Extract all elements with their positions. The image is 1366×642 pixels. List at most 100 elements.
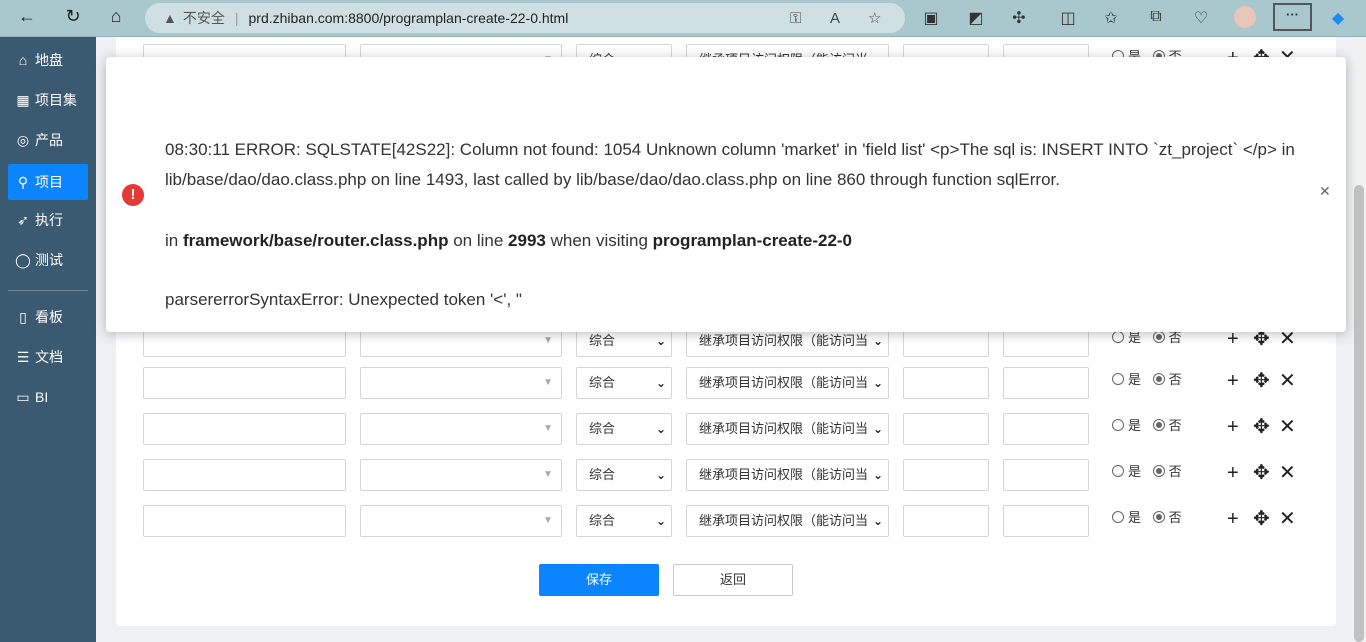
- divider: |: [234, 10, 239, 26]
- delete-icon[interactable]: ✕: [1279, 369, 1296, 393]
- radio-yes[interactable]: [1112, 464, 1124, 477]
- radio-yes[interactable]: [1112, 510, 1124, 523]
- move-icon[interactable]: ✥: [1253, 507, 1270, 531]
- radio-no[interactable]: [1152, 372, 1165, 385]
- caret-down-icon: ▼: [543, 515, 553, 526]
- begin-date-input[interactable]: [903, 459, 989, 491]
- back-icon[interactable]: ←: [14, 6, 40, 27]
- begin-date-input[interactable]: [903, 413, 989, 445]
- add-icon[interactable]: +: [1227, 415, 1239, 439]
- milestone-radio: 是 否: [1112, 415, 1182, 434]
- label: 产品: [35, 132, 63, 148]
- type-select[interactable]: 综合 ⌄: [576, 505, 672, 537]
- extensions-icon[interactable]: ✣: [1008, 8, 1030, 28]
- sidebar-item-test[interactable]: ◯ 测试: [8, 242, 88, 278]
- type-select[interactable]: 综合 ⌄: [576, 367, 672, 399]
- attribute-select[interactable]: ▼: [360, 505, 562, 537]
- acl-select[interactable]: 继承项目访问权限（能访问当⌄: [686, 367, 889, 399]
- attribute-select[interactable]: ▼: [360, 459, 562, 491]
- favorites-icon[interactable]: ✩: [1100, 8, 1122, 28]
- delete-icon[interactable]: ✕: [1279, 507, 1296, 531]
- attribute-select[interactable]: ▼: [360, 367, 562, 399]
- sidebar-item-execution[interactable]: ➶ 执行: [8, 202, 88, 238]
- back-button[interactable]: 返回: [673, 564, 793, 596]
- acl-select[interactable]: 继承项目访问权限（能访问当⌄: [686, 505, 889, 537]
- scrollbar[interactable]: [1352, 37, 1366, 642]
- radio-no[interactable]: [1152, 510, 1165, 523]
- scrollbar-thumb[interactable]: [1354, 185, 1364, 642]
- name-input[interactable]: [143, 413, 346, 445]
- label: 否: [1168, 464, 1182, 479]
- label: BI: [35, 389, 49, 405]
- close-icon[interactable]: ✕: [1319, 183, 1331, 200]
- text: on line: [453, 231, 504, 250]
- sidebar-item-program[interactable]: ▦ 项目集: [8, 82, 88, 118]
- sidebar-item-dashboard[interactable]: ⌂ 地盘: [8, 42, 88, 78]
- parser-error: parsererrorSyntaxError: Unexpected token…: [165, 290, 522, 309]
- type-select[interactable]: 综合 ⌄: [576, 413, 672, 445]
- radio-no[interactable]: [1152, 330, 1165, 343]
- radio-yes[interactable]: [1112, 418, 1124, 431]
- key-icon[interactable]: ⚿: [790, 10, 801, 27]
- move-icon[interactable]: ✥: [1253, 369, 1270, 393]
- delete-icon[interactable]: ✕: [1279, 461, 1296, 485]
- collections-icon[interactable]: ⧉: [1145, 8, 1167, 26]
- acl-select[interactable]: 继承项目访问权限（能访问当⌄: [686, 413, 889, 445]
- running-icon: ➶: [17, 211, 29, 228]
- begin-date-input[interactable]: [903, 367, 989, 399]
- monitor-icon: ▭: [16, 388, 30, 405]
- error-icon: !: [122, 184, 144, 206]
- split-screen-icon[interactable]: ◫: [1057, 8, 1079, 28]
- health-icon[interactable]: ♡: [1190, 8, 1212, 28]
- move-icon[interactable]: ✥: [1253, 415, 1270, 439]
- copilot-icon[interactable]: ◆: [1327, 8, 1349, 28]
- name-input[interactable]: [143, 459, 346, 491]
- extension-icon[interactable]: ▣: [920, 8, 942, 28]
- radio-no[interactable]: [1152, 418, 1165, 431]
- add-icon[interactable]: +: [1227, 461, 1239, 485]
- avatar[interactable]: [1234, 6, 1256, 28]
- save-button[interactable]: 保存: [539, 564, 659, 596]
- type-select[interactable]: 综合 ⌄: [576, 459, 672, 491]
- attribute-select[interactable]: ▼: [360, 413, 562, 445]
- read-aloud-icon[interactable]: A: [830, 10, 840, 27]
- move-icon[interactable]: ✥: [1253, 461, 1270, 485]
- sidebar-item-doc[interactable]: ☰ 文档: [8, 339, 88, 375]
- delete-icon[interactable]: ✕: [1279, 415, 1296, 439]
- refresh-icon[interactable]: ↻: [60, 6, 86, 27]
- add-icon[interactable]: +: [1227, 507, 1239, 531]
- plan-row: ▼ 综合⌄ 继承项目访问权限（能访问当⌄ 是 否 + ✥ ✕: [116, 413, 1336, 445]
- label: 否: [1168, 510, 1182, 525]
- add-icon[interactable]: +: [1227, 369, 1239, 393]
- sidebar-item-kanban[interactable]: ▯ 看板: [8, 299, 88, 335]
- label: 是: [1128, 418, 1142, 433]
- sidebar-item-bi[interactable]: ▭ BI: [8, 379, 88, 415]
- end-date-input[interactable]: [1003, 505, 1089, 537]
- favorite-icon[interactable]: ☆: [868, 9, 881, 27]
- end-date-input[interactable]: [1003, 459, 1089, 491]
- caret-down-icon: ▼: [543, 423, 553, 434]
- url-text[interactable]: prd.zhiban.com:8800/programplan-create-2…: [249, 10, 569, 26]
- sidebar-item-project[interactable]: ⚲ 项目: [8, 164, 88, 200]
- begin-date-input[interactable]: [903, 505, 989, 537]
- rocket-icon: ⚲: [17, 173, 29, 190]
- radio-yes[interactable]: [1112, 330, 1124, 343]
- name-input[interactable]: [143, 505, 346, 537]
- radio-no[interactable]: [1152, 464, 1165, 477]
- end-date-input[interactable]: [1003, 367, 1089, 399]
- address-bar[interactable]: ▲ 不安全 | prd.zhiban.com:8800/programplan-…: [145, 3, 905, 33]
- sidebar-item-product[interactable]: ◎ 产品: [8, 122, 88, 158]
- acl-select[interactable]: 继承项目访问权限（能访问当⌄: [686, 459, 889, 491]
- label: 否: [1168, 372, 1182, 387]
- text: when visiting: [550, 231, 648, 250]
- end-date-input[interactable]: [1003, 413, 1089, 445]
- home-icon[interactable]: ⌂: [103, 6, 129, 27]
- extension-bird-icon[interactable]: ◩: [965, 8, 987, 28]
- acl-value: 继承项目访问权限（能访问当: [699, 467, 869, 482]
- radio-yes[interactable]: [1112, 372, 1124, 385]
- error-message: 08:30:11 ERROR: SQLSTATE[42S22]: Column …: [165, 140, 1295, 189]
- chevron-down-icon: ⌄: [872, 468, 883, 482]
- type-value: 综合: [589, 513, 616, 528]
- name-input[interactable]: [143, 367, 346, 399]
- more-icon[interactable]: ···: [1273, 3, 1312, 31]
